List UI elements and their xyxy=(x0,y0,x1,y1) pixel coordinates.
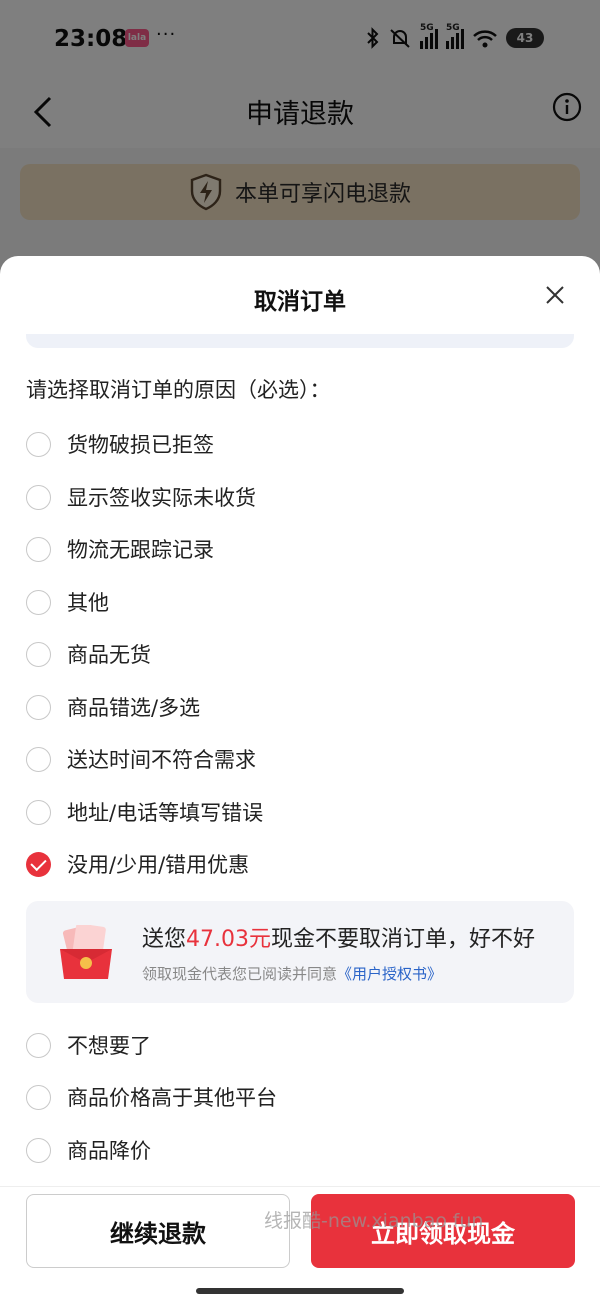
radio-button[interactable] xyxy=(26,589,51,615)
footer-divider xyxy=(0,1186,600,1187)
consent-text: 领取现金代表您已阅读并同意《用户授权书》 xyxy=(142,963,442,984)
continue-refund-button[interactable]: 继续退款 xyxy=(26,1194,290,1268)
reason-label: 商品错选/多选 xyxy=(67,696,201,720)
offer-prefix: 送您 xyxy=(142,927,187,952)
sheet-title: 取消订单 xyxy=(254,289,346,315)
collapsed-order-info xyxy=(26,334,574,348)
watermark: 线报酷-new.xianbao.fun xyxy=(264,1210,484,1232)
reason-label: 地址/电话等填写错误 xyxy=(67,801,264,825)
radio-button[interactable] xyxy=(26,1084,51,1110)
reason-option[interactable]: 商品价格高于其他平台 xyxy=(26,1077,277,1117)
reason-label: 货物破损已拒签 xyxy=(67,433,214,457)
reason-option[interactable]: 显示签收实际未收货 xyxy=(26,477,256,517)
reason-label: 商品价格高于其他平台 xyxy=(67,1086,277,1110)
radio-button[interactable] xyxy=(26,799,51,825)
reason-label: 没用/少用/错用优惠 xyxy=(67,853,250,877)
radio-checked-icon[interactable] xyxy=(26,851,51,877)
cancel-order-sheet: 取消订单 请选择取消订单的原因（必选）： 货物破损已拒签 显示签收实际未收货 物… xyxy=(0,256,600,1306)
reason-option[interactable]: 商品降价 xyxy=(26,1130,151,1170)
user-authorization-link[interactable]: 《用户授权书》 xyxy=(337,965,442,983)
offer-amount: 47.03元 xyxy=(186,927,271,952)
radio-button[interactable] xyxy=(26,484,51,510)
reason-option[interactable]: 货物破损已拒签 xyxy=(26,424,214,464)
reason-label: 显示签收实际未收货 xyxy=(67,486,256,510)
home-indicator[interactable] xyxy=(196,1288,404,1294)
reason-label: 物流无跟踪记录 xyxy=(67,538,214,562)
radio-button[interactable] xyxy=(26,1137,51,1163)
offer-suffix: 现金不要取消订单，好不好 xyxy=(271,927,536,952)
reason-option-selected[interactable]: 没用/少用/错用优惠 xyxy=(26,844,249,884)
reason-option[interactable]: 物流无跟踪记录 xyxy=(26,529,214,569)
consent-prefix: 领取现金代表您已阅读并同意 xyxy=(142,965,338,983)
radio-button[interactable] xyxy=(26,1032,51,1058)
reason-option[interactable]: 商品无货 xyxy=(26,634,151,674)
reason-option[interactable]: 地址/电话等填写错误 xyxy=(26,792,263,832)
reason-option[interactable]: 其他 xyxy=(26,582,109,622)
cash-offer-text: 送您47.03元现金不要取消订单，好不好 xyxy=(142,921,535,953)
radio-button[interactable] xyxy=(26,694,51,720)
reason-prompt: 请选择取消订单的原因（必选）： xyxy=(26,378,331,402)
cash-offer-card: 送您47.03元现金不要取消订单，好不好 领取现金代表您已阅读并同意《用户授权书… xyxy=(26,901,574,1003)
radio-button[interactable] xyxy=(26,746,51,772)
reason-label: 其他 xyxy=(67,591,109,615)
reason-option[interactable]: 商品错选/多选 xyxy=(26,687,200,727)
close-icon[interactable] xyxy=(544,284,566,306)
red-packet-icon xyxy=(60,925,112,979)
reason-label: 商品降价 xyxy=(67,1139,151,1163)
radio-button[interactable] xyxy=(26,536,51,562)
reason-label: 商品无货 xyxy=(67,643,151,667)
reason-option[interactable]: 不想要了 xyxy=(26,1025,151,1065)
reason-option[interactable]: 送达时间不符合需求 xyxy=(26,739,256,779)
radio-button[interactable] xyxy=(26,431,51,457)
reason-label: 不想要了 xyxy=(67,1034,151,1058)
reason-label: 送达时间不符合需求 xyxy=(67,748,256,772)
radio-button[interactable] xyxy=(26,641,51,667)
